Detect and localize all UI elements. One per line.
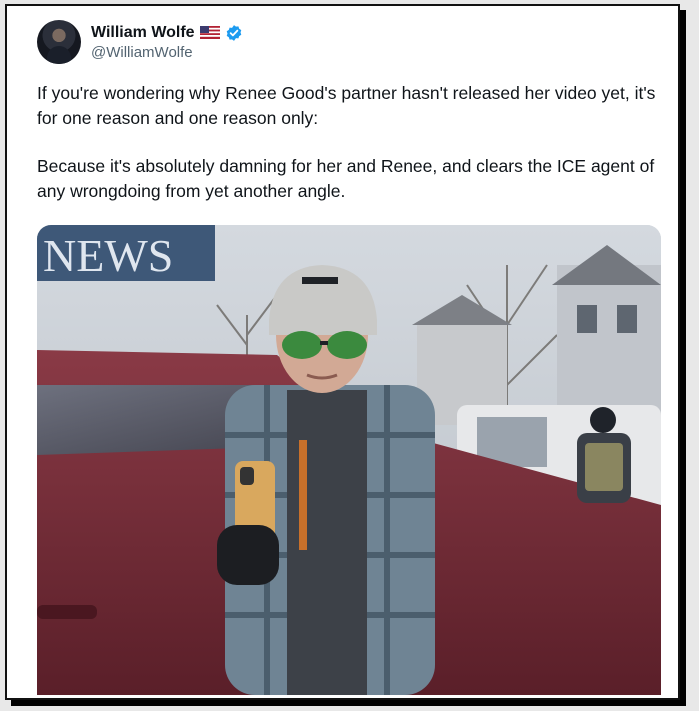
- tweet-card: William Wolfe @WilliamWolfe If you're wo…: [5, 4, 680, 700]
- author-block: William Wolfe @WilliamWolfe: [91, 24, 243, 61]
- tweet-paragraph: Because it's absolutely damning for her …: [37, 156, 655, 201]
- display-name[interactable]: William Wolfe: [91, 24, 195, 42]
- media-illustration: NEWS: [37, 225, 661, 695]
- tweet-paragraph: If you're wondering why Renee Good's par…: [37, 83, 656, 128]
- handle[interactable]: @WilliamWolfe: [91, 44, 243, 61]
- verified-badge-icon[interactable]: [225, 24, 243, 42]
- tweet-text: If you're wondering why Renee Good's par…: [37, 81, 662, 227]
- avatar[interactable]: [37, 20, 81, 64]
- name-row: William Wolfe: [91, 24, 243, 42]
- news-sign-text: NEWS: [43, 230, 173, 281]
- us-flag-icon: [199, 26, 220, 39]
- tweet-header: William Wolfe @WilliamWolfe: [37, 18, 243, 66]
- tweet-media-image[interactable]: NEWS: [37, 225, 661, 695]
